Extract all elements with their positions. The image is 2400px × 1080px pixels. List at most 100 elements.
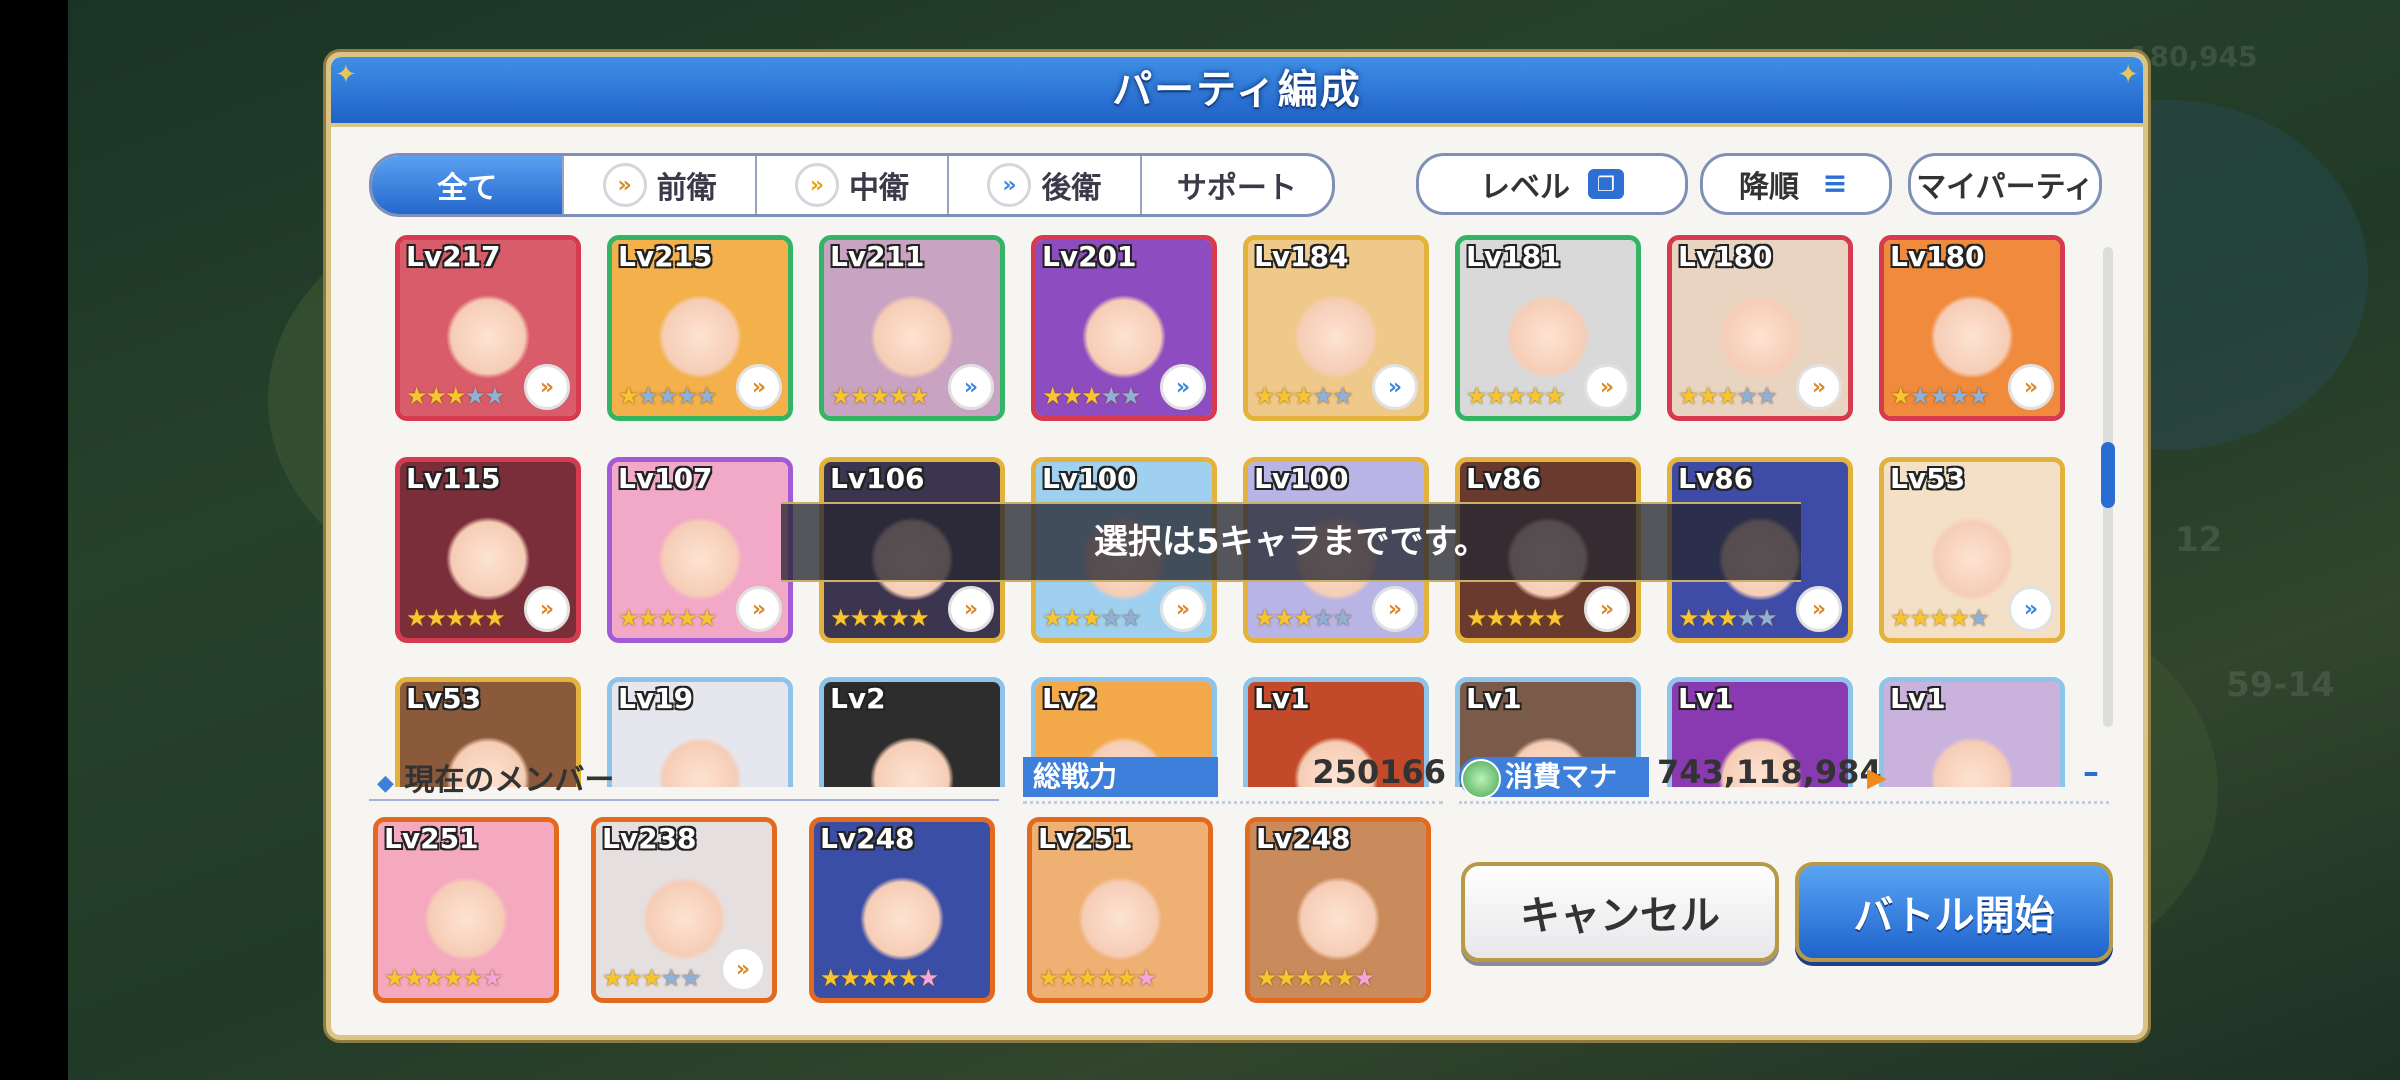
sort-level-label: レベル	[1480, 170, 1570, 205]
star-rank-icon: ★★★★★	[1042, 604, 1142, 632]
back-role-icon: »	[987, 163, 1032, 207]
star-rank-icon: ★★★★★	[618, 382, 718, 410]
sort-order-button[interactable]: 降順 ≡	[1700, 153, 1892, 215]
collapse-icon[interactable]: –	[2083, 753, 2099, 791]
total-power-label: 総戦力	[1023, 757, 1218, 797]
star-rank-icon: ★★★★★	[1678, 604, 1778, 632]
character-card[interactable]: Lv180 ★★★★★ »	[1667, 235, 1853, 421]
back-role-icon: »	[2008, 586, 2054, 632]
level-badge: Lv19	[618, 682, 694, 715]
star-rank-icon: ★★★★★	[406, 604, 506, 632]
mana-gem-icon	[1461, 759, 1501, 799]
current-members-text: 現在のメンバー	[404, 763, 615, 798]
divider	[1023, 801, 1443, 804]
star-rank-icon: ★★★★★★	[1038, 964, 1157, 992]
level-badge: Lv251	[1038, 822, 1133, 855]
character-card[interactable]: Lv53 ★★★★★ »	[1879, 457, 2065, 643]
character-card[interactable]: Lv107 ★★★★★ »	[607, 457, 793, 643]
star-rank-icon: ★★★★★	[1890, 604, 1990, 632]
front-role-icon: »	[1584, 364, 1630, 410]
star-rank-icon: ★★★★★	[1254, 604, 1354, 632]
star-rank-icon: ★★★★★	[1466, 604, 1566, 632]
front-role-icon: »	[948, 586, 994, 632]
tab-middle[interactable]: » 中衛	[757, 156, 950, 214]
level-badge: Lv86	[1678, 462, 1754, 495]
star-rank-icon: ★★★★★★	[384, 964, 503, 992]
star-rank-icon: ★★★★★	[1890, 382, 1990, 410]
character-card[interactable]: Lv1	[1879, 677, 2065, 787]
character-card[interactable]: Lv201 ★★★★★ »	[1031, 235, 1217, 421]
star-rank-icon: ★★★★★	[406, 382, 506, 410]
back-role-icon: »	[1372, 364, 1418, 410]
divider	[1459, 801, 2109, 804]
member-card[interactable]: Lv251 ★★★★★★	[373, 817, 559, 1003]
star-rank-icon: ★★★★★	[1678, 382, 1778, 410]
middle-role-icon: »	[795, 163, 840, 207]
member-card[interactable]: Lv251 ★★★★★★	[1027, 817, 1213, 1003]
sort-order-label: 降順	[1739, 170, 1799, 205]
tab-label: サポート	[1176, 171, 1297, 206]
level-badge: Lv248	[820, 822, 915, 855]
character-card[interactable]: Lv215 ★★★★★ »	[607, 235, 793, 421]
start-battle-button[interactable]: バトル開始	[1795, 862, 2113, 962]
total-power-value: 250166	[1312, 753, 1446, 791]
selection-limit-toast: 選択は5キャラまでです。	[781, 502, 1801, 582]
front-role-icon: »	[524, 364, 570, 410]
star-rank-icon: ★★★★★	[602, 964, 702, 992]
tab-label: 中衛	[849, 171, 910, 206]
tab-front[interactable]: » 前衛	[564, 156, 757, 214]
level-badge: Lv53	[406, 682, 482, 715]
level-badge: Lv100	[1042, 462, 1137, 495]
front-role-icon: »	[524, 586, 570, 632]
start-battle-label: バトル開始	[1853, 893, 2055, 939]
character-card[interactable]: Lv217 ★★★★★ »	[395, 235, 581, 421]
star-rank-icon: ★★★★★★	[1256, 964, 1375, 992]
character-card[interactable]: Lv19	[607, 677, 793, 787]
front-role-icon: »	[1796, 586, 1842, 632]
level-badge: Lv201	[1042, 240, 1137, 273]
sort-type-icon: ❐	[1588, 169, 1624, 199]
tab-back[interactable]: » 後衛	[949, 156, 1142, 214]
tab-all[interactable]: 全て	[372, 156, 565, 214]
grid-scroll-thumb[interactable]	[2101, 442, 2115, 508]
level-badge: Lv181	[1466, 240, 1561, 273]
system-left-bar	[0, 0, 68, 1080]
level-badge: Lv2	[1042, 682, 1098, 715]
party-formation-dialog: ✦ ✦ パーティ編成 全て » 前衛 » 中衛 » 後衛 サポート レベル ❐ …	[326, 52, 2148, 1040]
level-badge: Lv180	[1890, 240, 1985, 273]
star-rank-icon: ★★★★★	[1254, 382, 1354, 410]
mana-cost-value: 743,118,984	[1657, 753, 1882, 791]
star-rank-icon: ★★★★★★	[820, 964, 939, 992]
back-role-icon: »	[948, 364, 994, 410]
level-badge: Lv180	[1678, 240, 1773, 273]
star-rank-icon: ★★★★★	[830, 382, 930, 410]
current-members-label: ◆ 現在のメンバー	[377, 755, 614, 799]
star-rank-icon: ★★★★★	[1466, 382, 1566, 410]
cancel-button[interactable]: キャンセル	[1461, 862, 1779, 962]
level-badge: Lv86	[1466, 462, 1542, 495]
level-badge: Lv1	[1466, 682, 1522, 715]
member-card[interactable]: Lv248 ★★★★★★	[809, 817, 995, 1003]
front-role-icon: »	[1584, 586, 1630, 632]
my-party-button[interactable]: マイパーティ	[1908, 153, 2102, 215]
character-card[interactable]: Lv181 ★★★★★ »	[1455, 235, 1641, 421]
members-underline	[369, 799, 999, 801]
sort-level-button[interactable]: レベル ❐	[1416, 153, 1688, 215]
my-party-label: マイパーティ	[1916, 170, 2094, 205]
dialog-title: パーティ編成	[1112, 67, 1362, 113]
character-card[interactable]: Lv115 ★★★★★ »	[395, 457, 581, 643]
level-badge: Lv100	[1254, 462, 1349, 495]
tab-support[interactable]: サポート	[1142, 156, 1332, 214]
tab-label: 前衛	[656, 171, 717, 206]
member-card[interactable]: Lv248 ★★★★★★	[1245, 817, 1431, 1003]
character-card[interactable]: Lv184 ★★★★★ »	[1243, 235, 1429, 421]
character-card[interactable]: Lv211 ★★★★★ »	[819, 235, 1005, 421]
character-card[interactable]: Lv180 ★★★★★ »	[1879, 235, 2065, 421]
member-card[interactable]: Lv238 ★★★★★ »	[591, 817, 777, 1003]
tab-label: 全て	[437, 171, 498, 206]
cancel-label: キャンセル	[1520, 893, 1720, 939]
front-role-icon: »	[2008, 364, 2054, 410]
front-role-icon: »	[602, 163, 647, 207]
tab-label: 後衛	[1041, 171, 1102, 206]
character-card[interactable]: Lv2	[819, 677, 1005, 787]
